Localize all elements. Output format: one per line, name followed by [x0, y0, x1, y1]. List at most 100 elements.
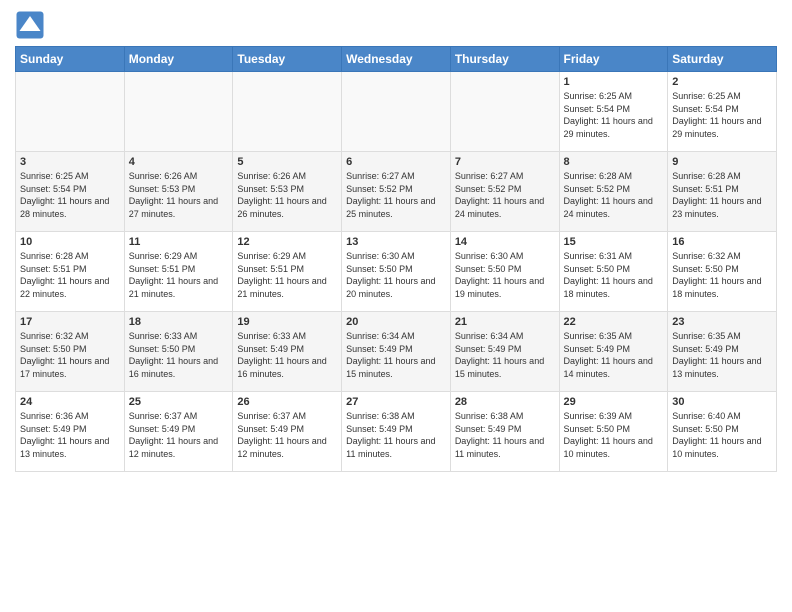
day-number: 1: [564, 76, 664, 88]
day-info: Sunrise: 6:36 AM Sunset: 5:49 PM Dayligh…: [20, 410, 120, 460]
weekday-header-tuesday: Tuesday: [233, 47, 342, 72]
day-number: 19: [237, 316, 337, 328]
day-info: Sunrise: 6:35 AM Sunset: 5:49 PM Dayligh…: [672, 330, 772, 380]
calendar-table: SundayMondayTuesdayWednesdayThursdayFrid…: [15, 46, 777, 472]
day-info: Sunrise: 6:26 AM Sunset: 5:53 PM Dayligh…: [237, 170, 337, 220]
day-cell: 3Sunrise: 6:25 AM Sunset: 5:54 PM Daylig…: [16, 152, 125, 232]
day-number: 11: [129, 236, 229, 248]
weekday-header-thursday: Thursday: [450, 47, 559, 72]
day-info: Sunrise: 6:38 AM Sunset: 5:49 PM Dayligh…: [346, 410, 446, 460]
day-number: 28: [455, 396, 555, 408]
day-info: Sunrise: 6:27 AM Sunset: 5:52 PM Dayligh…: [346, 170, 446, 220]
day-info: Sunrise: 6:28 AM Sunset: 5:51 PM Dayligh…: [672, 170, 772, 220]
day-cell: 22Sunrise: 6:35 AM Sunset: 5:49 PM Dayli…: [559, 312, 668, 392]
week-row-5: 24 Sunrise: 6:36 AM Sunset: 5:49 PM Dayli…: [16, 392, 777, 472]
day-info: Sunrise: 6:37 AM Sunset: 5:49 PM Dayligh…: [129, 410, 229, 460]
day-cell: 21 Sunrise: 6:34 AM Sunset: 5:49 PM Dayli…: [450, 312, 559, 392]
week-row-1: 1 Sunrise: 6:25 AM Sunset: 5:54 PM Daylig…: [16, 72, 777, 152]
day-number: 2: [672, 76, 772, 88]
day-cell: 12 Sunrise: 6:29 AM Sunset: 5:51 PM Dayli…: [233, 232, 342, 312]
day-cell: 25 Sunrise: 6:37 AM Sunset: 5:49 PM Dayli…: [124, 392, 233, 472]
weekday-header-saturday: Saturday: [668, 47, 777, 72]
day-cell: 17 Sunrise: 6:32 AM Sunset: 5:50 PM Dayli…: [16, 312, 125, 392]
day-info: Sunrise: 6:25 AM Sunset: 5:54 PM Dayligh…: [672, 90, 772, 140]
day-number: 30: [672, 396, 772, 408]
day-number: 15: [564, 236, 664, 248]
day-cell: [450, 72, 559, 152]
day-number: 12: [237, 236, 337, 248]
day-info: Sunrise: 6:28 AM Sunset: 5:52 PM Dayligh…: [564, 170, 664, 220]
day-number: 5: [237, 156, 337, 168]
day-number: 9: [672, 156, 772, 168]
day-number: 25: [129, 396, 229, 408]
weekday-header-monday: Monday: [124, 47, 233, 72]
day-info: Sunrise: 6:30 AM Sunset: 5:50 PM Dayligh…: [455, 250, 555, 300]
day-cell: 19Sunrise: 6:33 AM Sunset: 5:49 PM Dayli…: [233, 312, 342, 392]
day-info: Sunrise: 6:34 AM Sunset: 5:49 PM Dayligh…: [346, 330, 446, 380]
day-cell: 29Sunrise: 6:39 AM Sunset: 5:50 PM Dayli…: [559, 392, 668, 472]
day-number: 26: [237, 396, 337, 408]
week-row-3: 10Sunrise: 6:28 AM Sunset: 5:51 PM Dayli…: [16, 232, 777, 312]
day-info: Sunrise: 6:40 AM Sunset: 5:50 PM Dayligh…: [672, 410, 772, 460]
day-number: 29: [564, 396, 664, 408]
day-cell: 8 Sunrise: 6:28 AM Sunset: 5:52 PM Daylig…: [559, 152, 668, 232]
day-cell: [342, 72, 451, 152]
day-number: 21: [455, 316, 555, 328]
week-row-2: 3Sunrise: 6:25 AM Sunset: 5:54 PM Daylig…: [16, 152, 777, 232]
day-cell: 16 Sunrise: 6:32 AM Sunset: 5:50 PM Dayli…: [668, 232, 777, 312]
day-cell: 1 Sunrise: 6:25 AM Sunset: 5:54 PM Daylig…: [559, 72, 668, 152]
page-container: SundayMondayTuesdayWednesdayThursdayFrid…: [0, 0, 792, 482]
day-info: Sunrise: 6:29 AM Sunset: 5:51 PM Dayligh…: [237, 250, 337, 300]
day-number: 18: [129, 316, 229, 328]
day-cell: 24 Sunrise: 6:36 AM Sunset: 5:49 PM Dayli…: [16, 392, 125, 472]
day-info: Sunrise: 6:38 AM Sunset: 5:49 PM Dayligh…: [455, 410, 555, 460]
day-info: Sunrise: 6:26 AM Sunset: 5:53 PM Dayligh…: [129, 170, 229, 220]
day-info: Sunrise: 6:37 AM Sunset: 5:49 PM Dayligh…: [237, 410, 337, 460]
week-row-4: 17 Sunrise: 6:32 AM Sunset: 5:50 PM Dayli…: [16, 312, 777, 392]
day-number: 27: [346, 396, 446, 408]
day-number: 17: [20, 316, 120, 328]
day-cell: 15Sunrise: 6:31 AM Sunset: 5:50 PM Dayli…: [559, 232, 668, 312]
day-info: Sunrise: 6:33 AM Sunset: 5:50 PM Dayligh…: [129, 330, 229, 380]
weekday-header-sunday: Sunday: [16, 47, 125, 72]
day-number: 3: [20, 156, 120, 168]
weekday-header-wednesday: Wednesday: [342, 47, 451, 72]
header: [15, 10, 777, 40]
day-number: 8: [564, 156, 664, 168]
day-number: 6: [346, 156, 446, 168]
day-info: Sunrise: 6:28 AM Sunset: 5:51 PM Dayligh…: [20, 250, 120, 300]
weekday-header-friday: Friday: [559, 47, 668, 72]
day-info: Sunrise: 6:25 AM Sunset: 5:54 PM Dayligh…: [564, 90, 664, 140]
day-info: Sunrise: 6:32 AM Sunset: 5:50 PM Dayligh…: [672, 250, 772, 300]
day-cell: 23 Sunrise: 6:35 AM Sunset: 5:49 PM Dayli…: [668, 312, 777, 392]
day-info: Sunrise: 6:32 AM Sunset: 5:50 PM Dayligh…: [20, 330, 120, 380]
day-info: Sunrise: 6:34 AM Sunset: 5:49 PM Dayligh…: [455, 330, 555, 380]
day-number: 24: [20, 396, 120, 408]
day-cell: [16, 72, 125, 152]
day-cell: 2 Sunrise: 6:25 AM Sunset: 5:54 PM Daylig…: [668, 72, 777, 152]
day-number: 4: [129, 156, 229, 168]
day-info: Sunrise: 6:35 AM Sunset: 5:49 PM Dayligh…: [564, 330, 664, 380]
day-info: Sunrise: 6:29 AM Sunset: 5:51 PM Dayligh…: [129, 250, 229, 300]
day-cell: 4 Sunrise: 6:26 AM Sunset: 5:53 PM Daylig…: [124, 152, 233, 232]
day-cell: 27 Sunrise: 6:38 AM Sunset: 5:49 PM Dayli…: [342, 392, 451, 472]
day-cell: 28 Sunrise: 6:38 AM Sunset: 5:49 PM Dayli…: [450, 392, 559, 472]
logo: [15, 10, 49, 40]
day-cell: 13Sunrise: 6:30 AM Sunset: 5:50 PM Dayli…: [342, 232, 451, 312]
day-cell: 18 Sunrise: 6:33 AM Sunset: 5:50 PM Dayli…: [124, 312, 233, 392]
day-number: 23: [672, 316, 772, 328]
day-info: Sunrise: 6:27 AM Sunset: 5:52 PM Dayligh…: [455, 170, 555, 220]
day-number: 7: [455, 156, 555, 168]
day-number: 16: [672, 236, 772, 248]
day-number: 20: [346, 316, 446, 328]
logo-icon: [15, 10, 45, 40]
day-number: 14: [455, 236, 555, 248]
day-cell: 9 Sunrise: 6:28 AM Sunset: 5:51 PM Daylig…: [668, 152, 777, 232]
day-info: Sunrise: 6:30 AM Sunset: 5:50 PM Dayligh…: [346, 250, 446, 300]
day-cell: 14 Sunrise: 6:30 AM Sunset: 5:50 PM Dayli…: [450, 232, 559, 312]
day-cell: 10Sunrise: 6:28 AM Sunset: 5:51 PM Dayli…: [16, 232, 125, 312]
day-cell: 20 Sunrise: 6:34 AM Sunset: 5:49 PM Dayli…: [342, 312, 451, 392]
day-cell: 30 Sunrise: 6:40 AM Sunset: 5:50 PM Dayli…: [668, 392, 777, 472]
day-cell: 11 Sunrise: 6:29 AM Sunset: 5:51 PM Dayli…: [124, 232, 233, 312]
weekday-header-row: SundayMondayTuesdayWednesdayThursdayFrid…: [16, 47, 777, 72]
